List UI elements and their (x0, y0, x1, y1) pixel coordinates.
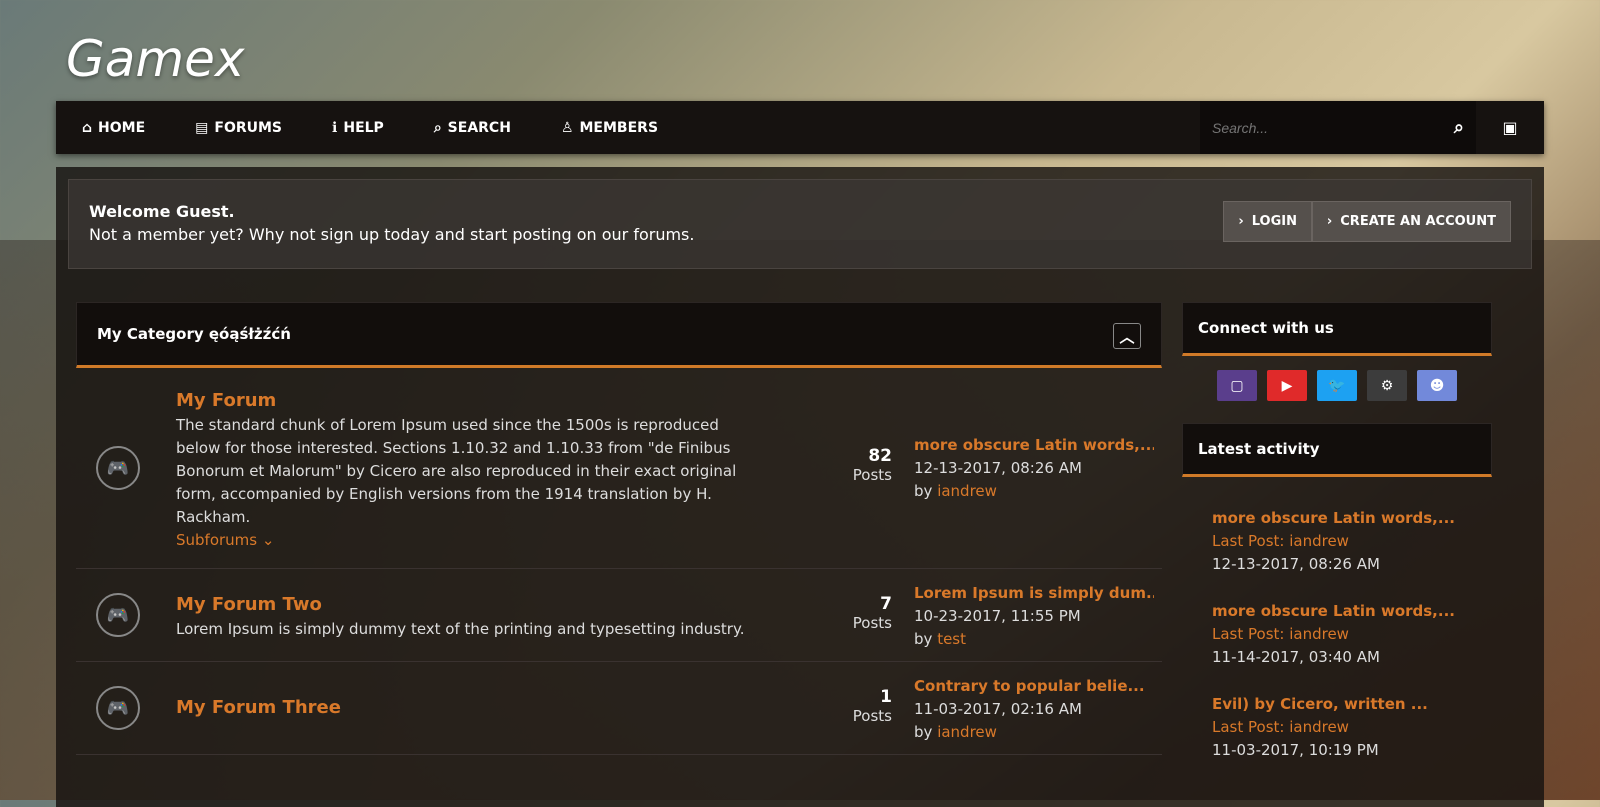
sidebar: Connect with us ▢ ▶ 🐦 ⚙ ☻ Latest activit… (1182, 302, 1492, 786)
forum-title[interactable]: My Forum Two (176, 594, 322, 615)
nav-label: HELP (343, 119, 384, 136)
document-icon: ▤ (195, 119, 209, 136)
posts-label: Posts (852, 466, 892, 484)
info-icon: ℹ (332, 119, 338, 136)
activity-date: 12-13-2017, 08:26 AM (1212, 555, 1380, 573)
last-post-user[interactable]: iandrew (937, 482, 997, 500)
forum-row: 🎮 My Forum The standard chunk of Lorem I… (76, 368, 1162, 569)
last-post-user[interactable]: iandrew (937, 723, 997, 741)
activity-last[interactable]: Last Post: iandrew (1212, 623, 1492, 646)
steam-icon[interactable]: ⚙ (1367, 370, 1407, 401)
nav-home[interactable]: ⌂ HOME (82, 120, 145, 136)
posts-label: Posts (852, 707, 892, 725)
search-icon: ⌕ (433, 119, 442, 136)
nav-help[interactable]: ℹ HELP (332, 120, 384, 136)
forum-stats: 82 Posts (816, 446, 892, 484)
gamepad-icon: 🎮 (96, 593, 140, 637)
last-post-date: 10-23-2017, 11:55 PM (914, 607, 1081, 625)
activity-title[interactable]: more obscure Latin words,... (1212, 507, 1492, 530)
latest-activity-header: Latest activity (1182, 423, 1492, 477)
nav-label: MEMBERS (579, 119, 659, 136)
image-icon[interactable]: ▣ (1476, 101, 1544, 154)
posts-label: Posts (852, 614, 892, 632)
forum-title[interactable]: My Forum Three (176, 697, 341, 718)
subforums-toggle[interactable]: Subforums (176, 531, 257, 549)
activity-date: 11-14-2017, 03:40 AM (1212, 648, 1380, 666)
main-nav: ⌂ HOME ▤ FORUMS ℹ HELP ⌕ SEARCH ♙ MEMBERS ⌕ ▣ (56, 101, 1544, 154)
nav-label: SEARCH (447, 119, 511, 136)
user-icon: ♙ (560, 119, 574, 136)
forum-desc-text: The standard chunk of Lorem Ipsum used s… (176, 416, 737, 526)
forum-desc: Lorem Ipsum is simply dummy text of the … (176, 620, 745, 638)
social-links: ▢ ▶ 🐦 ⚙ ☻ (1182, 370, 1492, 401)
create-label: CREATE AN ACCOUNT (1340, 214, 1496, 229)
post-count: 1 (880, 687, 892, 707)
nav-search[interactable]: ⌕ SEARCH (434, 120, 511, 136)
home-icon: ⌂ (82, 119, 93, 136)
activity-item: more obscure Latin words,... Last Post: i… (1182, 507, 1492, 576)
forum-stats: 7 Posts (816, 594, 892, 632)
last-post-user[interactable]: test (937, 630, 966, 648)
twitch-icon[interactable]: ▢ (1217, 370, 1257, 401)
activity-date: 11-03-2017, 10:19 PM (1212, 741, 1379, 759)
search-input[interactable] (1212, 119, 1454, 136)
forum-title[interactable]: My Forum (176, 390, 276, 411)
activity-list: more obscure Latin words,... Last Post: i… (1182, 507, 1492, 762)
site-logo[interactable]: Gamex (66, 30, 244, 88)
post-count: 7 (880, 594, 892, 614)
by-label: by (914, 482, 933, 500)
activity-last[interactable]: Last Post: iandrew (1212, 530, 1492, 553)
activity-title[interactable]: more obscure Latin words,... (1212, 600, 1492, 623)
nav-members[interactable]: ♙ MEMBERS (561, 120, 658, 136)
youtube-icon[interactable]: ▶ (1267, 370, 1307, 401)
post-count: 82 (868, 446, 892, 466)
forum-row: 🎮 My Forum Two Lorem Ipsum is simply dum… (76, 569, 1162, 662)
activity-last[interactable]: Last Post: iandrew (1212, 716, 1492, 739)
category-header: My Category ęóąśłżźćń ︿ (76, 302, 1162, 368)
category: My Category ęóąśłżźćń ︿ 🎮 My Forum The st… (76, 302, 1162, 755)
search-box: ⌕ (1200, 101, 1476, 154)
login-label: LOGIN (1251, 214, 1297, 229)
last-post-date: 11-03-2017, 02:16 AM (914, 700, 1082, 718)
last-post-title[interactable]: more obscure Latin words,... (914, 434, 1154, 457)
discord-icon[interactable]: ☻ (1417, 370, 1457, 401)
search-icon[interactable]: ⌕ (1454, 117, 1464, 138)
nav-label: HOME (98, 119, 146, 136)
collapse-button[interactable]: ︿ (1113, 323, 1141, 349)
gamepad-icon: 🎮 (96, 446, 140, 490)
forum-row: 🎮 My Forum Three 1 Posts Contrary to popu… (76, 662, 1162, 755)
last-post-date: 12-13-2017, 08:26 AM (914, 459, 1082, 477)
activity-item: more obscure Latin words,... Last Post: i… (1182, 600, 1492, 669)
nav-forums[interactable]: ▤ FORUMS (195, 120, 282, 136)
nav-label: FORUMS (214, 119, 283, 136)
last-post: Lorem Ipsum is simply dum... 10-23-2017, … (914, 582, 1154, 651)
connect-header: Connect with us (1182, 302, 1492, 356)
last-post: more obscure Latin words,... 12-13-2017, … (914, 434, 1154, 503)
activity-item: Evil) by Cicero, written ... Last Post: i… (1182, 693, 1492, 762)
login-button[interactable]: › LOGIN (1223, 201, 1312, 242)
welcome-panel: Welcome Guest. Not a member yet? Why not… (68, 179, 1532, 269)
by-label: by (914, 723, 933, 741)
last-post-title[interactable]: Contrary to popular belie... (914, 675, 1154, 698)
last-post: Contrary to popular belie... 11-03-2017, … (914, 675, 1154, 744)
welcome-text: Not a member yet? Why not sign up today … (89, 225, 695, 244)
last-post-title[interactable]: Lorem Ipsum is simply dum... (914, 582, 1154, 605)
gamepad-icon: 🎮 (96, 686, 140, 730)
category-title[interactable]: My Category ęóąśłżźćń (97, 325, 291, 343)
main-content: Welcome Guest. Not a member yet? Why not… (56, 167, 1544, 807)
forum-stats: 1 Posts (816, 687, 892, 725)
by-label: by (914, 630, 933, 648)
forum-desc: The standard chunk of Lorem Ipsum used s… (176, 416, 737, 549)
twitter-icon[interactable]: 🐦 (1317, 370, 1357, 401)
activity-title[interactable]: Evil) by Cicero, written ... (1212, 693, 1492, 716)
create-account-button[interactable]: › CREATE AN ACCOUNT (1311, 201, 1511, 242)
